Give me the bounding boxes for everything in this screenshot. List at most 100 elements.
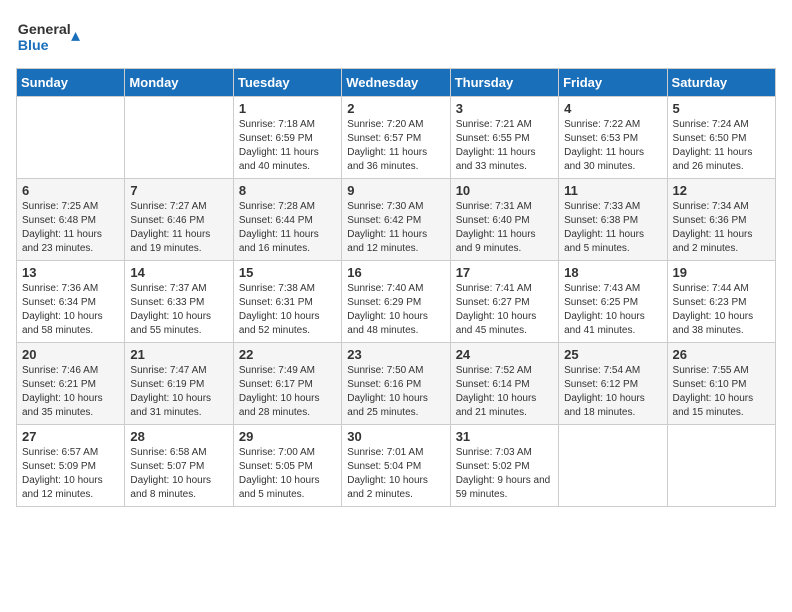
day-number: 4 — [564, 101, 661, 116]
day-number: 20 — [22, 347, 119, 362]
day-number: 28 — [130, 429, 227, 444]
day-info: Sunrise: 7:24 AM Sunset: 6:50 PM Dayligh… — [673, 118, 770, 174]
calendar-cell: 14 Sunrise: 7:37 AM Sunset: 6:33 PM Dayli… — [125, 261, 233, 343]
calendar-cell: 25 Sunrise: 7:54 AM Sunset: 6:12 PM Dayli… — [559, 343, 667, 425]
day-number: 1 — [239, 101, 336, 116]
day-info: Sunrise: 7:31 AM Sunset: 6:40 PM Dayligh… — [456, 200, 553, 256]
day-info: Sunrise: 7:41 AM Sunset: 6:27 PM Dayligh… — [456, 282, 553, 338]
day-info: Sunrise: 7:30 AM Sunset: 6:42 PM Dayligh… — [347, 200, 444, 256]
day-number: 25 — [564, 347, 661, 362]
day-number: 3 — [456, 101, 553, 116]
day-number: 16 — [347, 265, 444, 280]
calendar-cell — [125, 97, 233, 179]
day-number: 14 — [130, 265, 227, 280]
day-info: Sunrise: 7:03 AM Sunset: 5:02 PM Dayligh… — [456, 446, 553, 502]
day-number: 27 — [22, 429, 119, 444]
calendar-cell: 22 Sunrise: 7:49 AM Sunset: 6:17 PM Dayli… — [233, 343, 341, 425]
day-number: 21 — [130, 347, 227, 362]
day-info: Sunrise: 7:25 AM Sunset: 6:48 PM Dayligh… — [22, 200, 119, 256]
calendar-cell: 18 Sunrise: 7:43 AM Sunset: 6:25 PM Dayli… — [559, 261, 667, 343]
page-header: General Blue — [16, 16, 776, 56]
day-number: 5 — [673, 101, 770, 116]
day-info: Sunrise: 7:43 AM Sunset: 6:25 PM Dayligh… — [564, 282, 661, 338]
calendar-cell: 7Sunrise: 7:27 AM Sunset: 6:46 PM Daylig… — [125, 179, 233, 261]
weekday-header: Wednesday — [342, 69, 450, 97]
day-number: 11 — [564, 183, 661, 198]
calendar-week-row: 27 Sunrise: 6:57 AM Sunset: 5:09 PM Dayli… — [17, 425, 776, 507]
calendar-cell: 6 Sunrise: 7:25 AM Sunset: 6:48 PM Daylig… — [17, 179, 125, 261]
day-number: 26 — [673, 347, 770, 362]
svg-text:General: General — [18, 22, 71, 38]
day-info: Sunrise: 7:00 AM Sunset: 5:05 PM Dayligh… — [239, 446, 336, 502]
weekday-header: Monday — [125, 69, 233, 97]
day-number: 29 — [239, 429, 336, 444]
day-info: Sunrise: 7:44 AM Sunset: 6:23 PM Dayligh… — [673, 282, 770, 338]
calendar-cell: 23 Sunrise: 7:50 AM Sunset: 6:16 PM Dayli… — [342, 343, 450, 425]
calendar-cell: 20Sunrise: 7:46 AM Sunset: 6:21 PM Dayli… — [17, 343, 125, 425]
day-number: 13 — [22, 265, 119, 280]
day-number: 9 — [347, 183, 444, 198]
day-info: Sunrise: 7:20 AM Sunset: 6:57 PM Dayligh… — [347, 118, 444, 174]
day-info: Sunrise: 6:58 AM Sunset: 5:07 PM Dayligh… — [130, 446, 227, 502]
day-info: Sunrise: 7:49 AM Sunset: 6:17 PM Dayligh… — [239, 364, 336, 420]
day-info: Sunrise: 7:34 AM Sunset: 6:36 PM Dayligh… — [673, 200, 770, 256]
calendar-cell: 15 Sunrise: 7:38 AM Sunset: 6:31 PM Dayli… — [233, 261, 341, 343]
calendar-cell: 5 Sunrise: 7:24 AM Sunset: 6:50 PM Daylig… — [667, 97, 775, 179]
calendar-week-row: 6 Sunrise: 7:25 AM Sunset: 6:48 PM Daylig… — [17, 179, 776, 261]
weekday-header: Sunday — [17, 69, 125, 97]
svg-text:Blue: Blue — [18, 38, 49, 54]
day-number: 18 — [564, 265, 661, 280]
calendar-cell: 29 Sunrise: 7:00 AM Sunset: 5:05 PM Dayli… — [233, 425, 341, 507]
day-number: 23 — [347, 347, 444, 362]
calendar-week-row: 13Sunrise: 7:36 AM Sunset: 6:34 PM Dayli… — [17, 261, 776, 343]
day-info: Sunrise: 7:54 AM Sunset: 6:12 PM Dayligh… — [564, 364, 661, 420]
day-number: 24 — [456, 347, 553, 362]
day-info: Sunrise: 7:33 AM Sunset: 6:38 PM Dayligh… — [564, 200, 661, 256]
day-number: 2 — [347, 101, 444, 116]
day-info: Sunrise: 7:38 AM Sunset: 6:31 PM Dayligh… — [239, 282, 336, 338]
day-info: Sunrise: 7:40 AM Sunset: 6:29 PM Dayligh… — [347, 282, 444, 338]
calendar-cell: 8 Sunrise: 7:28 AM Sunset: 6:44 PM Daylig… — [233, 179, 341, 261]
calendar-cell: 31 Sunrise: 7:03 AM Sunset: 5:02 PM Dayli… — [450, 425, 558, 507]
day-number: 12 — [673, 183, 770, 198]
day-info: Sunrise: 7:22 AM Sunset: 6:53 PM Dayligh… — [564, 118, 661, 174]
day-info: Sunrise: 7:18 AM Sunset: 6:59 PM Dayligh… — [239, 118, 336, 174]
day-number: 31 — [456, 429, 553, 444]
day-number: 19 — [673, 265, 770, 280]
day-info: Sunrise: 7:52 AM Sunset: 6:14 PM Dayligh… — [456, 364, 553, 420]
calendar-table: SundayMondayTuesdayWednesdayThursdayFrid… — [16, 68, 776, 507]
day-info: Sunrise: 6:57 AM Sunset: 5:09 PM Dayligh… — [22, 446, 119, 502]
day-info: Sunrise: 7:37 AM Sunset: 6:33 PM Dayligh… — [130, 282, 227, 338]
calendar-cell: 11 Sunrise: 7:33 AM Sunset: 6:38 PM Dayli… — [559, 179, 667, 261]
calendar-cell: 4 Sunrise: 7:22 AM Sunset: 6:53 PM Daylig… — [559, 97, 667, 179]
calendar-cell: 21 Sunrise: 7:47 AM Sunset: 6:19 PM Dayli… — [125, 343, 233, 425]
weekday-header: Thursday — [450, 69, 558, 97]
day-number: 8 — [239, 183, 336, 198]
day-number: 15 — [239, 265, 336, 280]
day-info: Sunrise: 7:47 AM Sunset: 6:19 PM Dayligh… — [130, 364, 227, 420]
calendar-week-row: 20Sunrise: 7:46 AM Sunset: 6:21 PM Dayli… — [17, 343, 776, 425]
day-info: Sunrise: 7:27 AM Sunset: 6:46 PM Dayligh… — [130, 200, 227, 256]
weekday-header: Saturday — [667, 69, 775, 97]
day-number: 10 — [456, 183, 553, 198]
day-number: 30 — [347, 429, 444, 444]
logo-image: General Blue — [16, 16, 96, 56]
calendar-cell: 27 Sunrise: 6:57 AM Sunset: 5:09 PM Dayli… — [17, 425, 125, 507]
calendar-cell: 19 Sunrise: 7:44 AM Sunset: 6:23 PM Dayli… — [667, 261, 775, 343]
calendar-cell: 2 Sunrise: 7:20 AM Sunset: 6:57 PM Daylig… — [342, 97, 450, 179]
day-number: 6 — [22, 183, 119, 198]
day-info: Sunrise: 7:50 AM Sunset: 6:16 PM Dayligh… — [347, 364, 444, 420]
calendar-cell: 28 Sunrise: 6:58 AM Sunset: 5:07 PM Dayli… — [125, 425, 233, 507]
calendar-cell: 16 Sunrise: 7:40 AM Sunset: 6:29 PM Dayli… — [342, 261, 450, 343]
calendar-cell: 3Sunrise: 7:21 AM Sunset: 6:55 PM Daylig… — [450, 97, 558, 179]
calendar-cell: 17Sunrise: 7:41 AM Sunset: 6:27 PM Dayli… — [450, 261, 558, 343]
calendar-cell: 10 Sunrise: 7:31 AM Sunset: 6:40 PM Dayli… — [450, 179, 558, 261]
day-info: Sunrise: 7:28 AM Sunset: 6:44 PM Dayligh… — [239, 200, 336, 256]
weekday-header: Friday — [559, 69, 667, 97]
weekday-header-row: SundayMondayTuesdayWednesdayThursdayFrid… — [17, 69, 776, 97]
day-info: Sunrise: 7:55 AM Sunset: 6:10 PM Dayligh… — [673, 364, 770, 420]
day-number: 22 — [239, 347, 336, 362]
calendar-cell: 12 Sunrise: 7:34 AM Sunset: 6:36 PM Dayli… — [667, 179, 775, 261]
calendar-cell: 13Sunrise: 7:36 AM Sunset: 6:34 PM Dayli… — [17, 261, 125, 343]
calendar-cell — [559, 425, 667, 507]
